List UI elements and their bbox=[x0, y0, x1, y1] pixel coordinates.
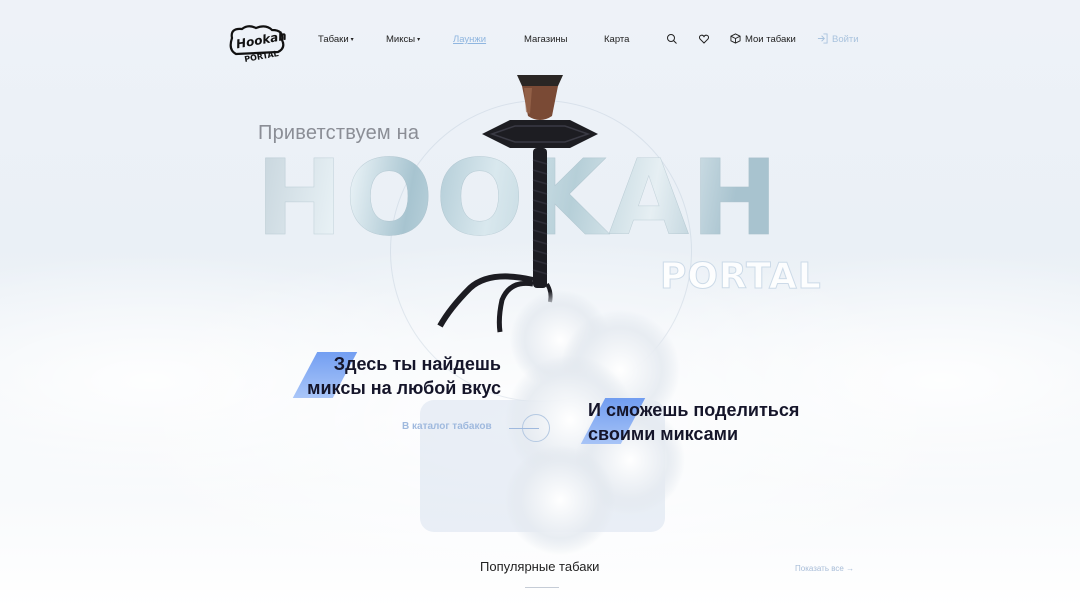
heading-underline bbox=[525, 587, 559, 588]
heart-icon[interactable] bbox=[698, 33, 710, 45]
login-link[interactable]: Войти bbox=[817, 33, 859, 45]
tagline-right-line1: И сможешь поделиться bbox=[588, 400, 800, 420]
logo-text-portal: PORTAL bbox=[244, 49, 280, 64]
tagline-right: И сможешь поделиться своими миксами bbox=[588, 398, 799, 446]
my-tobaccos-label: Мои табаки bbox=[745, 34, 796, 45]
nav-item-label: Миксы bbox=[386, 34, 416, 45]
tagline-left-line1: Здесь ты найдешь bbox=[333, 354, 501, 374]
show-all-link[interactable]: Показать все → bbox=[795, 564, 854, 573]
nav-item-shops[interactable]: Магазины bbox=[524, 34, 567, 45]
logo-text-hookah: Hookah bbox=[235, 29, 288, 52]
login-icon bbox=[817, 33, 828, 44]
tagline-left: Здесь ты найдешь миксы на любой вкус bbox=[295, 352, 501, 400]
box-icon bbox=[730, 33, 741, 44]
search-icon[interactable] bbox=[666, 33, 678, 45]
nav-item-tobaccos[interactable]: Табаки ▾ bbox=[318, 34, 354, 45]
tagline-left-line2: миксы на любой вкус bbox=[307, 378, 501, 398]
arrow-right-icon bbox=[509, 428, 539, 429]
top-navigation: Hookah PORTAL Табаки ▾ Миксы ▾ Лаунжи Мага… bbox=[0, 0, 1080, 80]
popular-tobaccos-heading: Популярные табаки bbox=[480, 559, 600, 574]
nav-item-label: Табаки bbox=[318, 34, 349, 45]
hookah-portal-logo[interactable]: Hookah PORTAL bbox=[226, 24, 288, 64]
chevron-down-icon: ▾ bbox=[417, 36, 421, 43]
catalog-link[interactable]: В каталог табаков bbox=[402, 421, 492, 432]
nav-item-lounges[interactable]: Лаунжи bbox=[453, 34, 486, 45]
nav-item-mixes[interactable]: Миксы ▾ bbox=[386, 34, 420, 45]
login-label: Войти bbox=[832, 34, 859, 45]
chevron-down-icon: ▾ bbox=[350, 36, 354, 43]
nav-item-map[interactable]: Карта bbox=[604, 34, 629, 45]
my-tobaccos-link[interactable]: Мои табаки bbox=[730, 33, 796, 45]
tagline-right-line2: своими миксами bbox=[588, 424, 739, 444]
